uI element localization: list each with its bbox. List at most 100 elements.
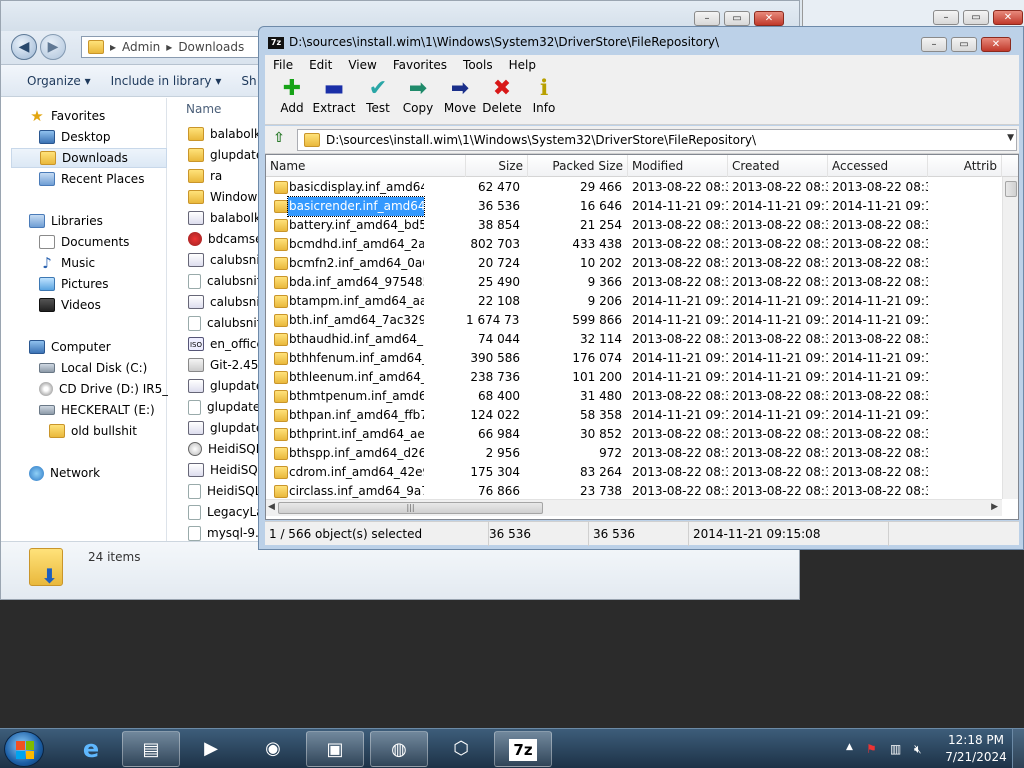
- list-item[interactable]: ISO en_office: [188, 334, 264, 354]
- minimize-button[interactable]: –: [694, 11, 720, 26]
- maximize-button[interactable]: ▭: [724, 11, 750, 26]
- menu-edit[interactable]: Edit: [301, 58, 340, 72]
- column-header-name[interactable]: Name: [266, 155, 466, 177]
- menu-view[interactable]: View: [340, 58, 384, 72]
- list-item[interactable]: mysql-9.0: [188, 523, 266, 541]
- column-header-name[interactable]: Name: [186, 102, 221, 116]
- column-header-attrib[interactable]: Attrib: [928, 155, 1002, 177]
- close-button[interactable]: ✕: [981, 37, 1011, 52]
- volume-muted-icon[interactable]: 🔇︎: [914, 742, 922, 757]
- 7zip-window[interactable]: 7z D:\sources\install.wim\1\Windows\Syst…: [258, 26, 1024, 550]
- column-header-modified[interactable]: Modified: [628, 155, 728, 177]
- include-in-library-button[interactable]: Include in library ▾: [111, 74, 222, 88]
- scroll-right-icon[interactable]: ▶: [991, 502, 998, 512]
- organize-button[interactable]: Organize ▾: [27, 74, 91, 88]
- menu-tools[interactable]: Tools: [455, 58, 501, 72]
- move-button[interactable]: ➡ Move: [437, 77, 483, 123]
- list-item[interactable]: glupdate2: [188, 418, 268, 438]
- horizontal-scrollbar[interactable]: ◀ ||| ▶: [266, 499, 1002, 516]
- close-button[interactable]: ✕: [754, 11, 784, 26]
- list-item[interactable]: LegacyLau: [188, 502, 268, 522]
- address-crumb-downloads[interactable]: Downloads: [178, 40, 244, 54]
- list-item[interactable]: balabolka: [188, 208, 268, 228]
- list-item[interactable]: bdcamset: [188, 229, 267, 249]
- taskbar-button-media-player[interactable]: ▶: [182, 731, 240, 767]
- table-row[interactable]: btampm.inf_amd64_aa9... 22 108 9 206 2014-1…: [266, 292, 1002, 311]
- taskbar-button-monitor-app[interactable]: ▣: [306, 731, 364, 767]
- sidebar-item-downloads[interactable]: Downloads: [11, 148, 167, 168]
- list-item[interactable]: Git-2.45.2: [188, 355, 268, 375]
- sidebar-item-network[interactable]: Network: [29, 463, 100, 483]
- sidebar-item-computer[interactable]: Computer: [29, 337, 111, 357]
- vertical-scrollbar[interactable]: [1002, 177, 1018, 499]
- table-row[interactable]: bth.inf_amd64_7ac3290... 1 674 736 599 866…: [266, 311, 1002, 330]
- table-row[interactable]: bcmfn2.inf_amd64_0a6... 20 724 10 202 2013-…: [266, 254, 1002, 273]
- table-row[interactable]: bthspp.inf_amd64_d267... 2 956 972 2013-08-…: [266, 444, 1002, 463]
- list-item[interactable]: calubsniff: [188, 250, 268, 270]
- extract-button[interactable]: ▬ Extract: [311, 77, 357, 123]
- action-center-icon[interactable]: ⚑: [866, 742, 877, 756]
- table-row[interactable]: bthmtpenum.inf_amd6... 68 400 31 480 2013-0…: [266, 387, 1002, 406]
- sidebar-item-old-bullshit[interactable]: old bullshit: [49, 421, 137, 441]
- 7zip-titlebar[interactable]: 7z D:\sources\install.wim\1\Windows\Syst…: [259, 27, 1023, 57]
- table-row[interactable]: basicrender.inf_amd64_... 36 536 16 646 201…: [266, 196, 1002, 217]
- list-item[interactable]: glupdate2: [188, 397, 268, 417]
- table-row[interactable]: bthleenum.inf_amd64_4... 238 736 101 200 20…: [266, 368, 1002, 387]
- chevron-down-icon[interactable]: ▼: [1007, 133, 1014, 143]
- list-item[interactable]: glupdate2: [188, 376, 268, 396]
- show-desktop-button[interactable]: [1012, 729, 1024, 768]
- table-row[interactable]: bthaudhid.inf_amd64_b... 74 044 32 114 2013…: [266, 330, 1002, 349]
- list-item[interactable]: HeidiSQL: [188, 460, 264, 480]
- sidebar-item-heckeralt-e[interactable]: HECKERALT (E:): [39, 400, 155, 420]
- scroll-thumb[interactable]: [1005, 181, 1017, 197]
- folder-up-icon[interactable]: ⇧: [269, 130, 289, 150]
- address-crumb-admin[interactable]: Admin: [122, 40, 160, 54]
- sidebar-item-cd-drive-d-ir5-cc[interactable]: CD Drive (D:) IR5_CC: [39, 379, 185, 399]
- list-item[interactable]: balabolka: [188, 124, 268, 144]
- list-item[interactable]: calubsniff: [188, 292, 268, 312]
- maximize-button[interactable]: ▭: [951, 37, 977, 52]
- column-header-accessed[interactable]: Accessed: [828, 155, 928, 177]
- table-row[interactable]: battery.inf_amd64_bd58... 38 854 21 254 201…: [266, 216, 1002, 235]
- clock[interactable]: 12:18 PM 7/21/2024: [944, 732, 1008, 766]
- minimize-button[interactable]: –: [933, 10, 959, 25]
- taskbar-button-globe-app[interactable]: ◍: [370, 731, 428, 767]
- info-button[interactable]: ℹ Info: [521, 77, 567, 123]
- sidebar-item-recent-places[interactable]: Recent Places: [39, 169, 144, 189]
- sidebar-item-favorites[interactable]: ★ Favorites: [29, 106, 105, 126]
- taskbar-button-7zip[interactable]: 7z: [494, 731, 552, 767]
- scroll-left-icon[interactable]: ◀: [268, 502, 275, 512]
- taskbar-button-file-explorer[interactable]: ▤: [122, 731, 180, 767]
- sidebar-item-desktop[interactable]: Desktop: [39, 127, 111, 147]
- path-combobox[interactable]: D:\sources\install.wim\1\Windows\System3…: [297, 129, 1017, 151]
- column-header-packed-size[interactable]: Packed Size: [528, 155, 628, 177]
- menu-help[interactable]: Help: [501, 58, 544, 72]
- list-item[interactable]: calubsniff: [188, 313, 265, 333]
- sidebar-item-libraries[interactable]: Libraries: [29, 211, 103, 231]
- list-item[interactable]: calubsniff: [188, 271, 265, 291]
- table-row[interactable]: bthhfenum.inf_amd64_... 390 586 176 074 201…: [266, 349, 1002, 368]
- list-item[interactable]: Windows: [188, 187, 264, 207]
- minimize-button[interactable]: –: [921, 37, 947, 52]
- menu-file[interactable]: File: [265, 58, 301, 72]
- share-button[interactable]: Sh: [241, 74, 256, 88]
- back-button[interactable]: ◀: [11, 34, 37, 60]
- maximize-button[interactable]: ▭: [963, 10, 989, 25]
- add-button[interactable]: ✚ Add: [269, 77, 315, 123]
- list-item[interactable]: glupdate2: [188, 145, 268, 165]
- copy-button[interactable]: ➡ Copy: [395, 77, 441, 123]
- list-item[interactable]: ra: [188, 166, 222, 186]
- close-button[interactable]: ✕: [993, 10, 1023, 25]
- list-item[interactable]: HeidiSQL: [188, 481, 261, 501]
- column-header-created[interactable]: Created: [728, 155, 828, 177]
- column-header-size[interactable]: Size: [466, 155, 528, 177]
- taskbar-button-internet-explorer[interactable]: e: [62, 731, 120, 767]
- list-item[interactable]: HeidiSQL: [188, 439, 262, 459]
- table-row[interactable]: bthpan.inf_amd64_ffb7... 124 022 58 358 201…: [266, 406, 1002, 425]
- scroll-thumb[interactable]: |||: [278, 502, 543, 514]
- address-bar[interactable]: ▸ Admin ▸ Downloads: [81, 36, 261, 58]
- table-row[interactable]: cdrom.inf_amd64_42e9... 175 304 83 264 2013…: [266, 463, 1002, 482]
- show-hidden-icons-icon[interactable]: ▲: [846, 742, 853, 752]
- table-row[interactable]: bthprint.inf_amd64_ae0... 66 984 30 852 201…: [266, 425, 1002, 444]
- sidebar-item-local-disk-c[interactable]: Local Disk (C:): [39, 358, 147, 378]
